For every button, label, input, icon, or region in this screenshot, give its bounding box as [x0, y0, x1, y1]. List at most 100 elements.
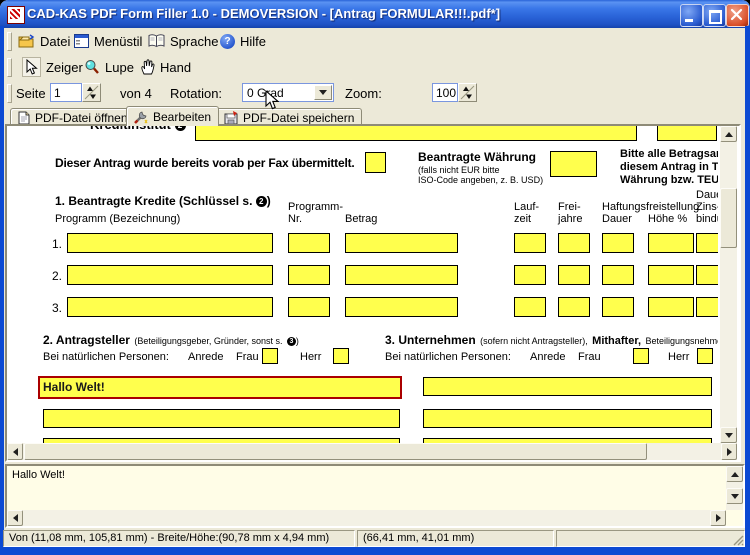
credit-row-label: 3. — [52, 302, 62, 314]
form-field-zins-1[interactable] — [696, 233, 718, 253]
section1-title: 1. Beantragte Kredite (Schlüssel s. 2) — [55, 194, 271, 208]
form-field-betrag-1[interactable] — [345, 233, 458, 253]
scroll-right-button[interactable] — [721, 443, 737, 460]
form-field-dauer-2[interactable] — [602, 265, 634, 285]
close-button[interactable] — [726, 4, 749, 27]
form-field-laufzeit-1[interactable] — [514, 233, 546, 253]
field-text-input[interactable]: Hallo Welt! — [7, 466, 726, 510]
window-title: CAD-KAS PDF Form Filler 1.0 - DEMOVERSIO… — [27, 6, 500, 21]
scroll-down-button[interactable] — [726, 488, 743, 504]
arrow-down-icon — [725, 433, 733, 438]
menu-hilfe[interactable]: ? Hilfe — [220, 28, 266, 54]
form-field-nr-2[interactable] — [288, 265, 330, 285]
form-field-hoehe-3[interactable] — [648, 297, 694, 317]
minimize-button[interactable] — [680, 4, 703, 27]
menu-datei[interactable]: Datei — [18, 28, 70, 54]
toolbar-gripper[interactable] — [7, 84, 12, 103]
scroll-up-button[interactable] — [720, 126, 737, 142]
form-field-dauer-3[interactable] — [602, 297, 634, 317]
form-field[interactable] — [423, 377, 712, 396]
von-label: von 4 — [120, 86, 152, 101]
menu-menustil[interactable]: Menüstil — [74, 28, 142, 54]
currency-field[interactable] — [550, 151, 597, 177]
section2-herr-label: Herr — [300, 351, 321, 363]
rotation-combobox[interactable]: 0 Grad — [242, 83, 334, 102]
form-field-nr-1[interactable] — [288, 233, 330, 253]
fax-checkbox[interactable] — [365, 152, 386, 173]
tab-bar: PDF-Datei öffnen Bearbeiten PDF-Datei sp… — [4, 106, 745, 124]
form-field-dauer-1[interactable] — [602, 233, 634, 253]
form-field-program-3[interactable] — [67, 297, 273, 317]
zoom-spinner[interactable] — [458, 83, 477, 102]
arrow-up-icon — [731, 472, 739, 477]
form-field-nr-3[interactable] — [288, 297, 330, 317]
section3-frau-label: Frau — [578, 351, 601, 363]
form-field-program-1[interactable] — [67, 233, 273, 253]
form-field-freijahre-1[interactable] — [558, 233, 590, 253]
section2-herr-checkbox[interactable] — [333, 348, 349, 364]
form-field-zins-2[interactable] — [696, 265, 718, 285]
scroll-left-button[interactable] — [7, 510, 23, 526]
section2-frau-checkbox[interactable] — [262, 348, 278, 364]
seite-value: 1 — [54, 86, 61, 100]
page-control-bar: Seite 1 von 4 Rotation: 0 Grad Zoom: 100 — [4, 80, 745, 107]
vertical-scroll-thumb[interactable] — [720, 188, 737, 248]
fax-label: Dieser Antrag wurde bereits vorab per Fa… — [55, 156, 355, 170]
form-field-laufzeit-3[interactable] — [514, 297, 546, 317]
toolbar-gripper[interactable] — [7, 58, 12, 77]
combo-dropdown-button[interactable] — [314, 85, 332, 100]
menu-label: Hilfe — [240, 34, 266, 49]
title-bar[interactable]: CAD-KAS PDF Form Filler 1.0 - DEMOVERSIO… — [0, 0, 750, 28]
seite-input[interactable]: 1 — [50, 83, 82, 102]
mouse-cursor — [264, 90, 279, 111]
form-field-betrag-3[interactable] — [345, 297, 458, 317]
maximize-button[interactable] — [703, 4, 726, 27]
zoom-input[interactable]: 100 — [432, 83, 458, 102]
tool-lupe[interactable]: Lupe — [84, 54, 134, 80]
form-field-hoehe-2[interactable] — [648, 265, 694, 285]
status-panel-empty — [556, 530, 745, 547]
spinner-icon — [83, 84, 100, 101]
section2-subtitle-close: ) — [296, 336, 299, 346]
scroll-down-button[interactable] — [720, 427, 737, 443]
selected-form-field-hallo[interactable]: Hallo Welt! — [38, 376, 402, 399]
status-text-1: Von (11,08 mm, 105,81 mm) - Breite/Höhe:… — [9, 532, 329, 544]
scroll-right-button[interactable] — [710, 510, 726, 526]
section3-herr-checkbox[interactable] — [697, 348, 713, 364]
kreditinstitut-field-2[interactable] — [657, 126, 717, 141]
form-field-betrag-2[interactable] — [345, 265, 458, 285]
menu-sprache[interactable]: Sprache — [148, 28, 218, 54]
editor-horizontal-scrollbar[interactable] — [7, 510, 726, 526]
vertical-scrollbar[interactable] — [720, 126, 737, 443]
document-icon — [18, 111, 30, 125]
form-field[interactable] — [43, 409, 400, 428]
form-field-freijahre-2[interactable] — [558, 265, 590, 285]
tool-hand[interactable]: Hand — [140, 54, 191, 80]
form-field-laufzeit-2[interactable] — [514, 265, 546, 285]
editor-vertical-scrollbar[interactable] — [726, 466, 743, 510]
scroll-up-button[interactable] — [726, 466, 743, 482]
scroll-left-button[interactable] — [7, 443, 23, 460]
section3-anrede-label: Anrede — [530, 351, 565, 363]
seite-spinner[interactable] — [82, 83, 101, 102]
form-field-zins-3[interactable] — [696, 297, 718, 317]
tool-zeiger[interactable]: Zeiger — [22, 54, 83, 80]
tab-label: PDF-Datei öffnen — [35, 111, 128, 125]
kreditinstitut-field[interactable]: Hallo Welt! — [195, 126, 637, 141]
toolbar-gripper[interactable] — [7, 32, 12, 51]
horizontal-scrollbar[interactable] — [7, 443, 737, 460]
tab-bearbeiten[interactable]: Bearbeiten — [126, 106, 219, 126]
section3-title: 3. Unternehmen (sofern nicht Antragstell… — [385, 331, 718, 349]
form-field-freijahre-3[interactable] — [558, 297, 590, 317]
window-style-icon — [74, 34, 89, 48]
form-field-hoehe-1[interactable] — [648, 233, 694, 253]
form-field-program-2[interactable] — [67, 265, 273, 285]
form-field[interactable] — [423, 409, 712, 428]
right-note-line: Währung bzw. TEUR — [620, 174, 718, 187]
section2-subtitle: (Beteiligungsgeber, Gründer, sonst s. — [134, 336, 282, 346]
horizontal-scroll-thumb[interactable] — [24, 443, 647, 460]
window-border-bottom — [0, 547, 750, 555]
app-window: CAD-KAS PDF Form Filler 1.0 - DEMOVERSIO… — [0, 0, 750, 555]
section3-frau-checkbox[interactable] — [633, 348, 649, 364]
resize-grip[interactable] — [732, 534, 744, 546]
